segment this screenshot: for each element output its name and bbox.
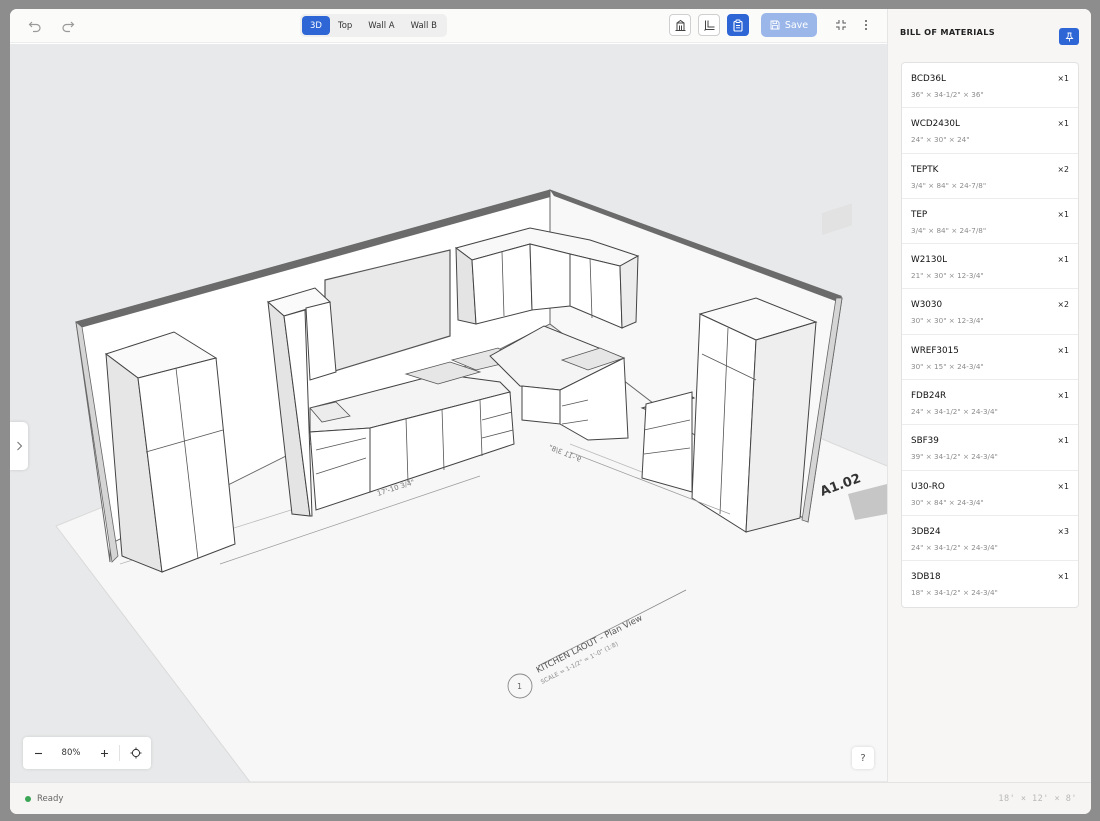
bom-item-qty: ×1 xyxy=(1057,119,1070,129)
bom-item-code: WREF3015 xyxy=(911,345,959,356)
bom-item-dims: 39" × 34-1/2" × 24-3/4" xyxy=(911,452,998,462)
bom-item-code: TEPTK xyxy=(911,164,939,175)
list-item[interactable]: SBF39 39" × 34-1/2" × 24-3/4" ×1 xyxy=(902,425,1078,471)
drawing-number: 1 xyxy=(517,682,522,691)
more-icon[interactable] xyxy=(857,16,875,34)
bom-item-code: 3DB18 xyxy=(911,572,941,583)
tab-3d[interactable]: 3D xyxy=(302,16,330,35)
bom-item-qty: ×3 xyxy=(1057,526,1070,536)
bom-item-code: WCD2430L xyxy=(911,119,960,130)
elevation-view-button[interactable] xyxy=(669,14,691,36)
bom-item-dims: 36" × 34-1/2" × 36" xyxy=(911,90,984,99)
bom-item-qty: ×1 xyxy=(1057,74,1070,83)
save-icon xyxy=(770,20,780,30)
bom-item-code: U30-RO xyxy=(911,481,945,492)
bom-item-code: FDB24R xyxy=(911,391,947,402)
expand-sidebar-button[interactable] xyxy=(10,422,28,470)
viewport-3d[interactable]: A1.02 17'-10 3/4" 9'-11 3/8" 1 KITCHEN L… xyxy=(10,44,887,782)
bom-item-dims: 24" × 34-1/2" × 24-3/4" xyxy=(911,407,998,417)
zoom-level: 80% xyxy=(61,748,81,758)
list-item[interactable]: FDB24R 24" × 34-1/2" × 24-3/4" ×1 xyxy=(902,380,1078,426)
list-item[interactable]: U30-RO 30" × 84" × 24-3/4" ×1 xyxy=(902,471,1078,516)
list-item[interactable]: TEPTK 3/4" × 84" × 24-7/8" ×2 xyxy=(902,154,1078,199)
save-label: Save xyxy=(784,19,809,31)
bom-toggle-button[interactable] xyxy=(727,14,749,36)
list-item[interactable]: 3DB18 18" × 34-1/2" × 24-3/4" ×1 xyxy=(902,561,1078,606)
bom-item-dims: 3/4" × 84" × 24-7/8" xyxy=(911,225,987,235)
pin-icon xyxy=(1065,32,1073,41)
kitchen-3d-scene[interactable]: A1.02 17'-10 3/4" 9'-11 3/8" 1 KITCHEN L… xyxy=(10,44,887,782)
bom-item-qty: ×1 xyxy=(1057,481,1070,491)
help-icon[interactable]: ? xyxy=(852,747,874,769)
bom-item-dims: 30" × 15" × 24-3/4" xyxy=(911,361,984,371)
crosshair-icon[interactable] xyxy=(120,737,151,769)
view-switcher: 3D Top Wall A Wall B xyxy=(300,14,447,37)
bom-item-dims: 18" × 34-1/2" × 24-3/4" xyxy=(911,588,998,598)
status-text: Ready xyxy=(37,794,64,804)
bom-item-code: W3030 xyxy=(911,300,943,311)
room-dimensions: 18' × 12' × 8' xyxy=(998,794,1077,804)
list-item[interactable]: W3030 30" × 30" × 12-3/4" ×2 xyxy=(902,289,1078,335)
bom-item-dims: 3/4" × 84" × 24-7/8" xyxy=(911,180,987,190)
undo-icon[interactable] xyxy=(26,17,44,35)
bom-item-qty: ×1 xyxy=(1057,572,1070,582)
tab-wall-a[interactable]: Wall A xyxy=(360,16,402,35)
bom-item-qty: ×1 xyxy=(1057,209,1070,219)
bom-item-qty: ×1 xyxy=(1057,345,1070,355)
status-bar: Ready 18' × 12' × 8' xyxy=(10,782,1091,814)
status-indicator xyxy=(25,796,31,802)
list-item[interactable]: 3DB24 24" × 34-1/2" × 24-3/4" ×3 xyxy=(902,516,1078,562)
tall-pantry-left xyxy=(104,331,236,573)
bom-item-code: SBF39 xyxy=(911,436,939,447)
bom-item-qty: ×1 xyxy=(1057,255,1070,265)
bom-item-code: 3DB24 xyxy=(911,526,941,537)
tab-top[interactable]: Top xyxy=(330,16,360,35)
list-item[interactable]: BCD36L 36" × 34-1/2" × 36" ×1 xyxy=(902,63,1078,109)
list-item[interactable]: TEP 3/4" × 84" × 24-7/8" ×1 xyxy=(902,199,1078,245)
bom-panel: BILL OF MATERIALS BCD36L 36" × 34-1/2" ×… xyxy=(887,9,1091,782)
clipboard-icon xyxy=(733,19,743,32)
plan-icon xyxy=(703,20,714,31)
list-item[interactable]: WREF3015 30" × 15" × 24-3/4" ×1 xyxy=(902,335,1078,381)
zoom-in-icon[interactable] xyxy=(89,737,119,769)
bom-item-qty: ×2 xyxy=(1057,164,1070,174)
fit-view-icon[interactable] xyxy=(832,16,850,34)
bom-item-dims: 24" × 34-1/2" × 24-3/4" xyxy=(911,542,998,552)
list-item[interactable]: W2130L 21" × 30" × 12-3/4" ×1 xyxy=(902,244,1078,290)
base-cabinet-right xyxy=(640,391,696,493)
elevation-icon xyxy=(675,19,685,31)
bom-item-code: W2130L xyxy=(911,255,947,266)
bom-item-qty: ×1 xyxy=(1057,436,1070,446)
app-window: 3D Top Wall A Wall B Save A1.02 17'-10 3… xyxy=(10,9,1091,814)
save-button[interactable]: Save xyxy=(761,13,817,37)
plan-view-button[interactable] xyxy=(698,14,720,36)
tall-pantry-right xyxy=(691,297,818,533)
redo-icon[interactable] xyxy=(59,17,77,35)
tab-wall-b[interactable]: Wall B xyxy=(403,16,445,35)
bom-item-qty: ×2 xyxy=(1057,300,1070,310)
bom-item-qty: ×1 xyxy=(1057,391,1070,401)
list-item[interactable]: WCD2430L 24" × 30" × 24" ×1 xyxy=(902,108,1078,154)
pin-panel-button[interactable] xyxy=(1059,28,1079,45)
bom-item-dims: 30" × 84" × 24-3/4" xyxy=(911,497,984,507)
bom-item-dims: 24" × 30" × 24" xyxy=(911,135,970,145)
bom-title: BILL OF MATERIALS xyxy=(900,27,995,37)
zoom-out-icon[interactable] xyxy=(23,737,53,769)
zoom-controls: 80% xyxy=(23,737,151,769)
chevron-right-icon xyxy=(16,441,22,451)
bom-item-code: BCD36L xyxy=(911,74,946,84)
bom-item-code: TEP xyxy=(911,209,928,220)
bom-item-dims: 30" × 30" × 12-3/4" xyxy=(911,316,984,326)
toolbar: 3D Top Wall A Wall B Save xyxy=(10,9,887,43)
bom-list: BCD36L 36" × 34-1/2" × 36" ×1 WCD2430L 2… xyxy=(901,62,1079,608)
bom-item-dims: 21" × 30" × 12-3/4" xyxy=(911,271,984,281)
